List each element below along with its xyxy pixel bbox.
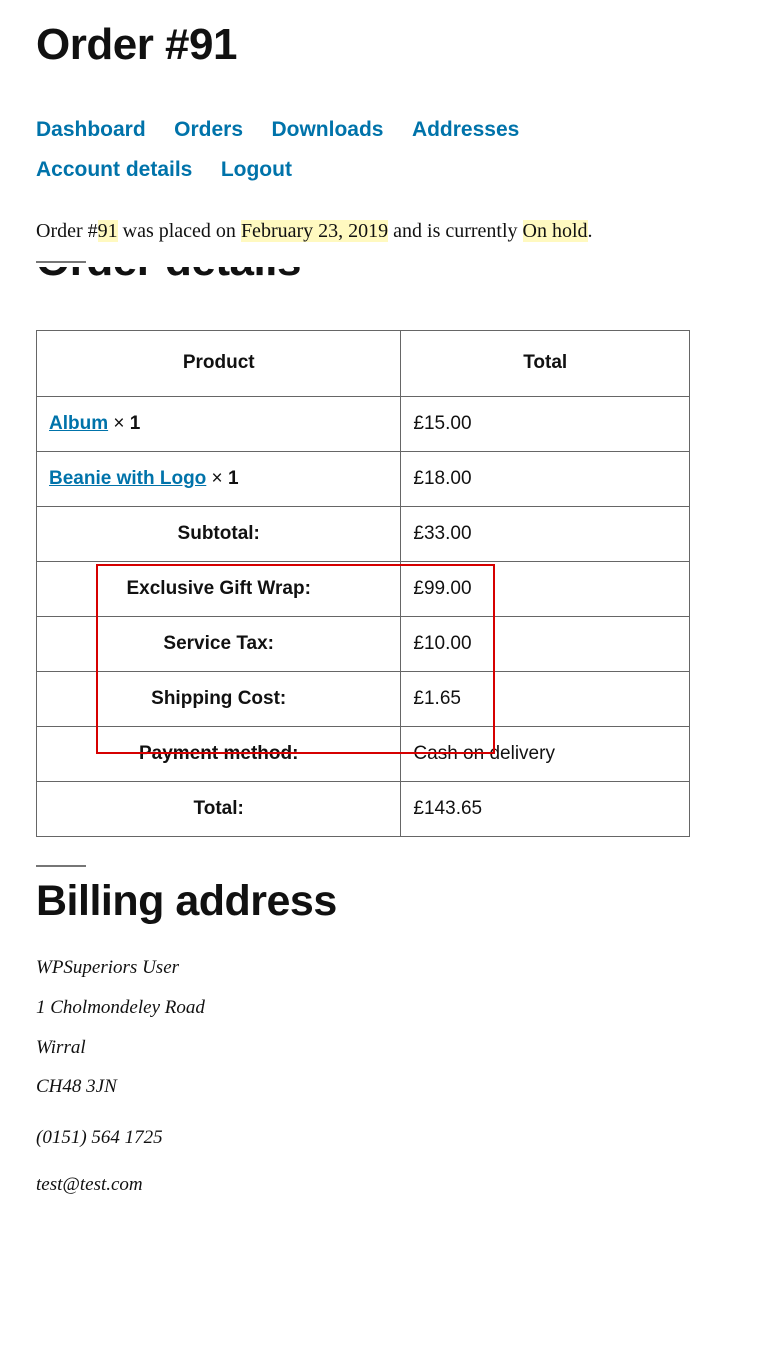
value-total: £143.65 [401, 781, 690, 836]
label-payment-method: Payment method: [37, 726, 401, 781]
summary-period: . [588, 220, 593, 242]
page-title: Order #91 [36, 20, 726, 70]
billing-name: WPSuperiors User [36, 948, 726, 988]
nav-dashboard[interactable]: Dashboard [36, 110, 146, 150]
th-total: Total [401, 330, 690, 396]
product-link[interactable]: Album [49, 413, 108, 434]
qty-x: × [206, 468, 228, 489]
value-gift-wrap: £99.00 [401, 561, 690, 616]
label-shipping-cost: Shipping Cost: [37, 671, 401, 726]
row-gift-wrap: Exclusive Gift Wrap: £99.00 [37, 561, 690, 616]
value-service-tax: £10.00 [401, 616, 690, 671]
summary-status: On hold [523, 220, 588, 242]
table-row: Beanie with Logo × 1 £18.00 [37, 451, 690, 506]
label-subtotal: Subtotal: [37, 506, 401, 561]
table-row: Album × 1 £15.00 [37, 396, 690, 451]
qty-n: 1 [130, 413, 141, 434]
summary-prefix: Order # [36, 220, 98, 242]
row-total: Total: £143.65 [37, 781, 690, 836]
order-summary: Order #91 was placed on February 23, 201… [36, 220, 726, 243]
billing-line1: 1 Cholmondeley Road [36, 988, 726, 1028]
divider [36, 865, 86, 867]
line-total: £15.00 [401, 396, 690, 451]
label-gift-wrap: Exclusive Gift Wrap: [37, 561, 401, 616]
billing-email: test@test.com [36, 1174, 726, 1196]
qty-x: × [108, 413, 130, 434]
summary-and-currently: and is currently [388, 220, 522, 242]
row-subtotal: Subtotal: £33.00 [37, 506, 690, 561]
account-nav: Dashboard Orders Downloads Addresses Acc… [36, 110, 726, 190]
row-service-tax: Service Tax: £10.00 [37, 616, 690, 671]
order-details-heading: Order details [36, 267, 726, 283]
summary-order-number: 91 [98, 220, 118, 242]
value-subtotal: £33.00 [401, 506, 690, 561]
product-link[interactable]: Beanie with Logo [49, 468, 206, 489]
billing-address-heading: Billing address [36, 877, 726, 926]
billing-postcode: CH48 3JN [36, 1067, 726, 1107]
line-total: £18.00 [401, 451, 690, 506]
billing-city: Wirral [36, 1028, 726, 1068]
value-payment-method: Cash on delivery [401, 726, 690, 781]
th-product: Product [37, 330, 401, 396]
billing-address: WPSuperiors User 1 Cholmondeley Road Wir… [36, 948, 726, 1108]
nav-addresses[interactable]: Addresses [412, 110, 519, 150]
nav-logout[interactable]: Logout [221, 150, 292, 190]
order-details-heading-clipped: Order details [36, 267, 726, 302]
label-service-tax: Service Tax: [37, 616, 401, 671]
label-total: Total: [37, 781, 401, 836]
value-shipping-cost: £1.65 [401, 671, 690, 726]
row-payment-method: Payment method: Cash on delivery [37, 726, 690, 781]
order-details-table: Product Total Album × 1 £15.00 Beanie wi… [36, 330, 690, 837]
nav-orders[interactable]: Orders [174, 110, 243, 150]
billing-contact: (0151) 564 1725 test@test.com [36, 1127, 726, 1196]
summary-date: February 23, 2019 [241, 220, 388, 242]
qty-n: 1 [228, 468, 239, 489]
nav-account-details[interactable]: Account details [36, 150, 192, 190]
divider [36, 261, 86, 263]
row-shipping-cost: Shipping Cost: £1.65 [37, 671, 690, 726]
nav-downloads[interactable]: Downloads [271, 110, 383, 150]
summary-placed-on: was placed on [118, 220, 241, 242]
billing-phone: (0151) 564 1725 [36, 1127, 726, 1149]
